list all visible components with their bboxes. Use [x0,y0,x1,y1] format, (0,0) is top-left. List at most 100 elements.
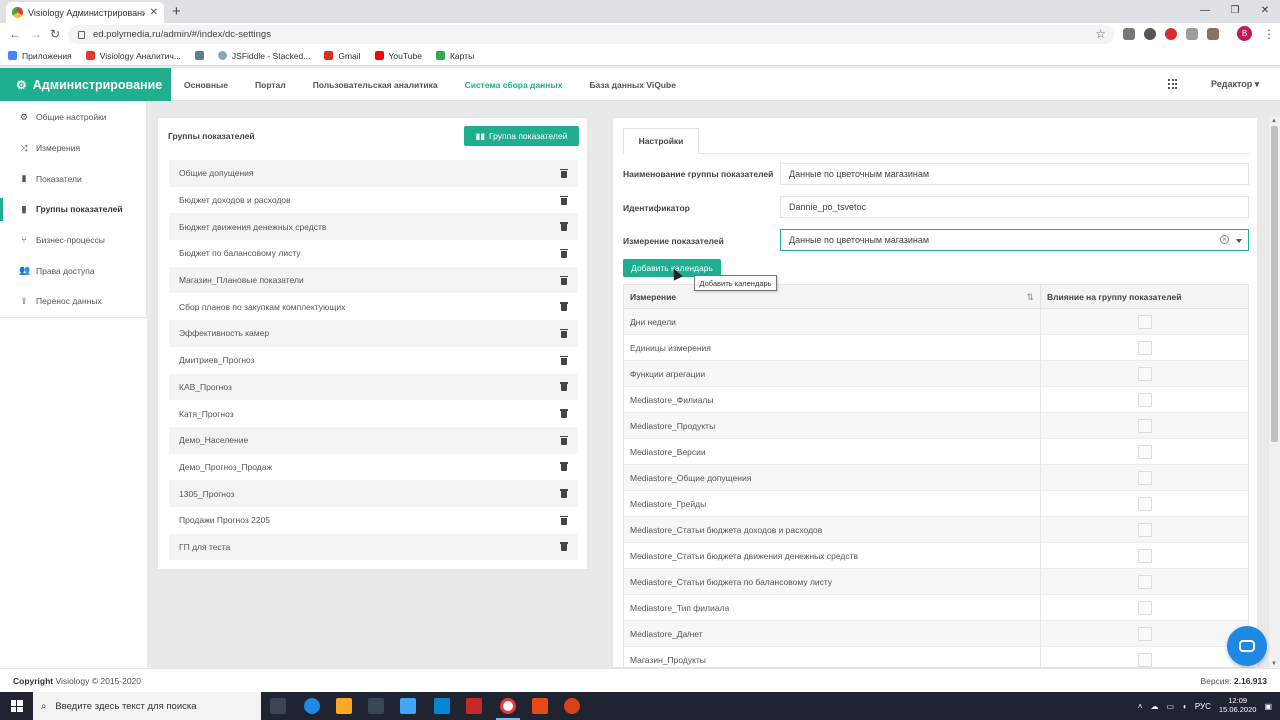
app-c-icon[interactable] [532,698,548,714]
bookmark-star-icon[interactable]: ☆ [1095,27,1106,41]
list-item[interactable]: Дмитриев_Прогноз [169,347,578,374]
clear-icon[interactable]: ✕ [1220,235,1229,244]
trash-icon[interactable] [560,328,568,338]
list-item[interactable]: 1305_Прогноз [169,480,578,507]
list-item[interactable]: Продажи Прогноз 2205 [169,507,578,534]
list-item[interactable]: Демо_Прогноз_Продаж [169,454,578,481]
back-arrow-icon[interactable]: ← [9,27,21,41]
list-item[interactable]: КАВ_Прогноз [169,373,578,401]
add-group-button[interactable]: ▮▮ Группа показателей [464,126,579,146]
group-name-field[interactable]: Данные по цветочным магазинам [780,163,1249,185]
sidebar-item-access-rights[interactable]: 👥 Права доступа [0,255,146,286]
list-item[interactable]: Бюджет по балансовому листу [169,240,578,267]
shield-app-icon[interactable] [466,698,482,714]
column-header-dimension[interactable]: Измерение ⇅ [624,285,1041,308]
apps-grid-icon[interactable] [1168,79,1178,89]
trash-icon[interactable] [560,168,568,178]
bookmark-apps[interactable]: Приложения [8,51,72,61]
influence-checkbox[interactable] [1137,600,1152,615]
trash-icon[interactable] [560,409,568,419]
bookmark-youtube[interactable]: YouTube [374,51,422,61]
restore-icon[interactable]: ❐ [1220,0,1250,21]
browser-menu-icon[interactable]: ⋮ [1263,27,1275,41]
list-item[interactable]: Катя_Прогноз [169,400,578,427]
chevron-down-icon[interactable] [1236,239,1242,243]
influence-checkbox[interactable] [1137,548,1152,563]
trash-icon[interactable] [560,248,568,258]
identifier-field[interactable]: Dannie_po_tsvetoc [780,196,1249,218]
browser-tab[interactable]: Visiology Администрирование ✕ [6,2,164,23]
sort-icon[interactable]: ⇅ [1026,292,1034,303]
influence-checkbox[interactable] [1137,444,1152,459]
scroll-down-icon[interactable]: ▼ [1271,661,1277,667]
trash-icon[interactable] [560,302,568,312]
support-chat-button[interactable] [1227,626,1267,666]
trash-icon[interactable] [560,542,568,552]
sidebar-item-business-processes[interactable]: ⑂ Бизнес-процессы [0,225,146,256]
trash-icon[interactable] [560,355,568,365]
nav-user-analytics[interactable]: Пользовательская аналитика [313,80,438,90]
sidebar-item-indicator-groups[interactable]: ▮ Группы показателей [0,194,146,225]
tray-chevron-icon[interactable]: ˄ [1138,702,1143,711]
taskbar-search[interactable]: ⌕ Введите здесь текст для поиска [33,692,261,720]
trash-icon[interactable] [560,462,568,472]
network-icon[interactable]: ▭ [1166,702,1174,711]
chrome-icon[interactable] [500,698,516,714]
trash-icon[interactable] [560,435,568,445]
clock[interactable]: 12:09 15.06.2020 [1219,697,1257,714]
list-item[interactable]: Общие допущения [169,160,578,187]
trash-icon[interactable] [560,382,568,392]
extension-document-icon[interactable] [1186,28,1198,40]
trash-icon[interactable] [560,489,568,499]
bookmark-unnamed[interactable] [194,51,204,60]
trash-icon[interactable] [560,515,568,525]
trash-icon[interactable] [560,222,568,232]
dimension-select[interactable]: Данные по цветочным магазинам ✕ [780,229,1249,251]
extension-opera-icon[interactable] [1165,28,1177,40]
trash-icon[interactable] [560,195,568,205]
influence-checkbox[interactable] [1137,418,1152,433]
reload-icon[interactable]: ↻ [50,27,60,41]
tab-close-icon[interactable]: ✕ [150,7,158,18]
file-explorer-icon[interactable] [336,698,352,714]
scrollbar-thumb[interactable] [1271,126,1278,442]
list-item[interactable]: ГП для теста [169,533,578,561]
trash-icon[interactable] [560,275,568,285]
extension-pen-icon[interactable] [1123,28,1135,40]
list-item[interactable]: Бюджет движения денежных средств [169,213,578,241]
page-scrollbar[interactable]: ▲ ▼ [1269,117,1280,668]
powerpoint-icon[interactable] [564,698,580,714]
bookmark-gmail[interactable]: Gmail [324,51,361,61]
column-header-influence[interactable]: Влияние на группу показателей [1041,285,1248,308]
influence-checkbox[interactable] [1137,340,1152,355]
minimize-icon[interactable]: — [1190,0,1220,21]
influence-checkbox[interactable] [1137,574,1152,589]
nav-data-collection[interactable]: Система сбора данных [465,80,563,90]
list-item[interactable]: Эффективность камер [169,320,578,347]
bookmark-visiology[interactable]: Visiology Аналитич... [85,51,181,61]
sidebar-item-indicators[interactable]: ▮ Показатели [0,163,146,194]
influence-checkbox[interactable] [1137,314,1152,329]
influence-checkbox[interactable] [1137,652,1152,667]
bookmark-maps[interactable]: Карты [435,51,474,61]
bookmark-jsfiddle[interactable]: JSFiddle - Stacked... [217,51,310,61]
brand-home-link[interactable]: ⚙ Администрирование [0,68,171,101]
nav-portal[interactable]: Портал [255,80,286,90]
list-item[interactable]: Бюджет доходов и расходов [169,187,578,214]
store-icon[interactable] [368,698,384,714]
list-item[interactable]: Магазин_Плановые показатели [169,266,578,294]
nav-viqube-db[interactable]: База данных ViQube [589,80,675,90]
influence-checkbox[interactable] [1137,470,1152,485]
profile-avatar[interactable]: B [1237,26,1252,41]
edge-icon[interactable] [304,698,320,714]
start-button[interactable] [0,692,33,720]
forward-arrow-icon[interactable]: → [30,27,42,41]
influence-checkbox[interactable] [1137,366,1152,381]
list-item[interactable]: Сбор планов по закупкам комплектующих [169,293,578,320]
sidebar-item-data-transfer[interactable]: ⇪ Перенос данных [0,286,146,317]
sidebar-item-dimensions[interactable]: ⤨ Измерения [0,133,146,164]
extension-circle-icon[interactable] [1144,28,1156,40]
notifications-icon[interactable]: ▣ [1264,702,1272,711]
influence-checkbox[interactable] [1137,626,1152,641]
nav-main[interactable]: Основные [184,80,228,90]
